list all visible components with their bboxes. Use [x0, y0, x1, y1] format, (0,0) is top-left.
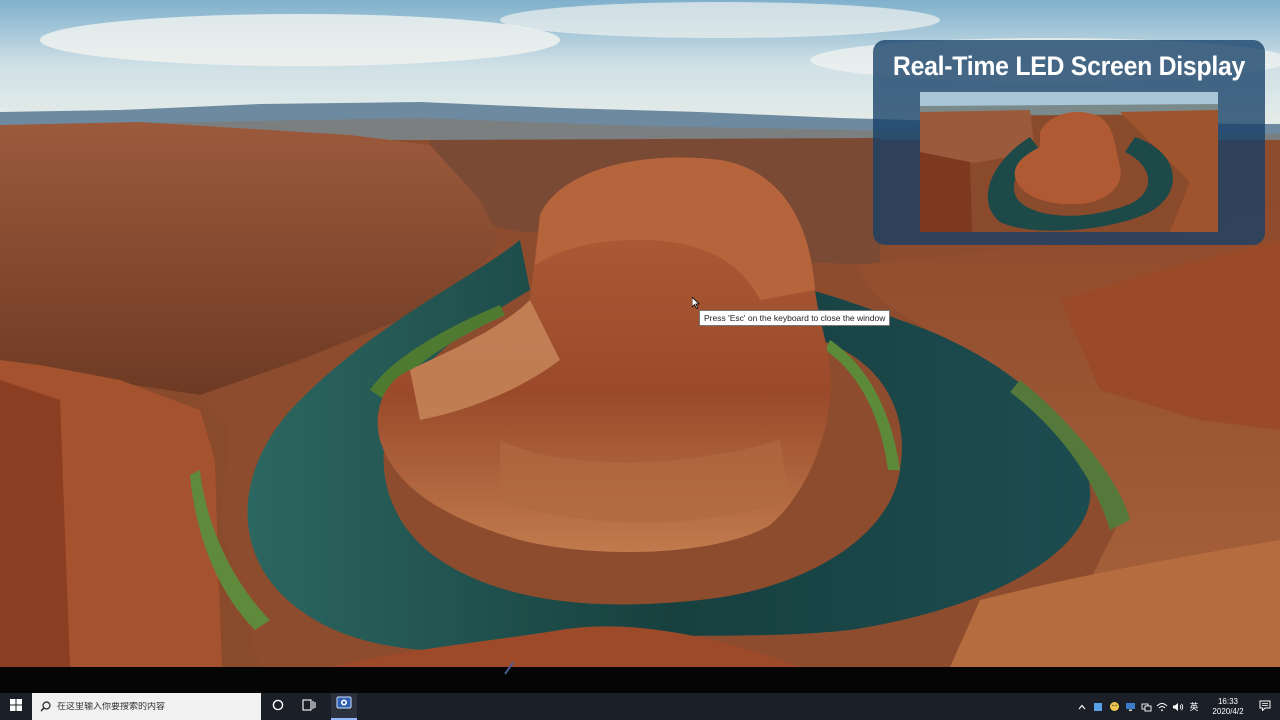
tray-smiley-icon[interactable] [1106, 693, 1122, 720]
taskbar-search-box[interactable] [32, 693, 261, 720]
windows-logo-icon [10, 698, 22, 716]
esc-tooltip: Press 'Esc' on the keyboard to close the… [699, 310, 891, 326]
clock-time: 16:33 [1217, 696, 1239, 706]
search-icon [40, 701, 51, 712]
tray-app-icon[interactable] [1090, 693, 1106, 720]
led-display-app-icon [336, 696, 352, 715]
notification-icon [1259, 698, 1271, 716]
cortana-circle-icon [272, 698, 284, 716]
led-preview-thumbnail [920, 92, 1218, 232]
input-method-indicator[interactable]: 英 [1186, 693, 1202, 720]
mouse-cursor-icon [691, 296, 700, 314]
taskbar-clock[interactable]: 16:33 2020/4/2 [1206, 697, 1250, 717]
volume-icon[interactable] [1170, 693, 1186, 720]
task-view-icon [302, 698, 316, 716]
led-display-panel: Real-Time LED Screen Display [873, 40, 1265, 245]
system-tray: 英 16:33 2020/4/2 [1074, 693, 1280, 720]
cortana-button[interactable] [265, 693, 291, 720]
tray-monitor-icon[interactable] [1122, 693, 1138, 720]
task-view-button[interactable] [296, 693, 322, 720]
action-center-button[interactable] [1250, 693, 1280, 720]
taskbar-app-led-display[interactable] [331, 693, 357, 720]
clock-date: 2020/4/2 [1212, 706, 1244, 716]
tray-network-icon[interactable] [1138, 693, 1154, 720]
show-hidden-icons-button[interactable] [1074, 693, 1090, 720]
wifi-icon[interactable] [1154, 693, 1170, 720]
windows-taskbar: 英 16:33 2020/4/2 [0, 693, 1280, 720]
screen-gap [0, 661, 1280, 693]
search-input[interactable] [57, 701, 247, 712]
led-panel-title: Real-Time LED Screen Display [892, 51, 1246, 81]
start-button[interactable] [0, 693, 32, 720]
